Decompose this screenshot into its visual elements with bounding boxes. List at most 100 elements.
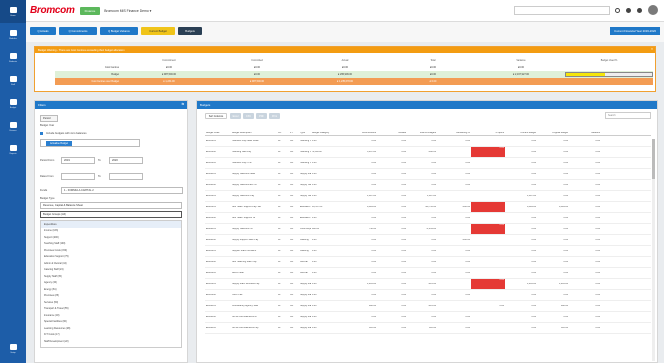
- current-budget-button[interactable]: Current Budget: [141, 27, 175, 35]
- search-icon[interactable]: [615, 7, 620, 13]
- nav-item[interactable]: Finance: [0, 115, 26, 138]
- user-avatar[interactable]: [648, 5, 658, 15]
- period-tab[interactable]: Period: [40, 115, 58, 122]
- grid-search-input[interactable]: Search: [605, 112, 651, 119]
- column-header[interactable]: CC: [277, 132, 289, 134]
- table-cell: 0.00: [312, 327, 317, 329]
- print-button[interactable]: Print: [269, 113, 280, 119]
- nav-item[interactable]: Reports: [0, 138, 26, 161]
- budget-type-select[interactable]: Revenue, Capital & Balance Sheet: [40, 202, 182, 209]
- notifications-icon[interactable]: [637, 7, 642, 13]
- column-header[interactable]: Original Budget: [537, 132, 569, 134]
- brand-logo[interactable]: Bromcom: [30, 5, 75, 16]
- global-search-input[interactable]: [514, 6, 610, 15]
- grid-scrollbar[interactable]: [652, 139, 655, 361]
- table-row[interactable]: E0202/02 Supply Support Staff/ Pay 01 CA Cat…: [205, 235, 651, 246]
- column-header[interactable]: % Spent: [471, 132, 505, 134]
- table-cell: 0.00: [563, 195, 568, 197]
- table-row[interactable]: E0101/03 Teachers Pay/ TLR 01 CA Teaching St…: [205, 158, 651, 169]
- table-row[interactable]: E0301/02 SSAT Fee 01 CA Supply Staff Insuran…: [205, 290, 651, 301]
- column-header[interactable]: Actuals: [377, 132, 407, 134]
- table-row[interactable]: E0201/01 Non Teach Support Pay/ Sal 01 CA Ed…: [205, 202, 651, 213]
- column-header[interactable]: Remaining %: [437, 132, 471, 134]
- module-badge[interactable]: Finance: [79, 6, 101, 15]
- column-header[interactable]: FY: [289, 132, 299, 134]
- table-cell: 0.00: [531, 228, 536, 230]
- table-row[interactable]: E0102/02 Supply Teachers Ext/ NI 01 CA Suppl…: [205, 180, 651, 191]
- table-row[interactable]: E0203/01 Support Staff/ Pensions 01 CA Cater…: [205, 246, 651, 257]
- table-cell: 01: [278, 283, 281, 285]
- table-cell: E0302/02: [206, 316, 216, 318]
- grid-scrollbar-thumb[interactable]: [652, 139, 655, 179]
- table-cell: 1,987.00: [427, 195, 436, 197]
- csv-button[interactable]: CSV: [243, 113, 254, 119]
- table-cell: 0.00: [371, 217, 376, 219]
- close-icon[interactable]: ×: [651, 47, 653, 51]
- summary-cell: £0.00: [254, 73, 260, 76]
- collapse-icon[interactable]: ⇆: [181, 102, 184, 106]
- financial-year-badge[interactable]: Current Financial Year 2019-2020: [610, 27, 660, 35]
- pdf-button[interactable]: PDF: [256, 113, 267, 119]
- table-cell: CA: [290, 217, 294, 219]
- table-row[interactable]: E0301/01 Supply Staff/ Sickness Pay 01 CA Su…: [205, 279, 651, 290]
- table-row[interactable]: E0302/02 NCSL Core Elements NI 01 CA Supply …: [205, 312, 651, 323]
- table-row[interactable]: E0101/02 Teaching Staff Pay 01 CA Teaching S…: [205, 147, 651, 158]
- table-row[interactable]: E0103/01 Supply Teachers/ Pay 01 CA Supply T…: [205, 191, 651, 202]
- summary-row-label: Cost Centres over Budget: [91, 80, 119, 83]
- nav-item[interactable]: Home: [0, 0, 26, 23]
- table-row[interactable]: E0203/02 Non Teaching Staff/ Pay 01 CA Cleri…: [205, 257, 651, 268]
- summary-cell: £ 0.00: [429, 80, 437, 83]
- dates-to-input[interactable]: [109, 173, 143, 180]
- column-header[interactable]: Budget Category: [311, 132, 345, 134]
- column-header[interactable]: Budget Code: [205, 132, 231, 134]
- excel-button[interactable]: Excel: [230, 113, 241, 119]
- nav-label: Students: [9, 60, 17, 63]
- column-header[interactable]: Total of Budgets: [407, 132, 437, 134]
- table-cell: 0.00: [563, 250, 568, 252]
- column-header[interactable]: Variance: [569, 132, 601, 134]
- nav-item[interactable]: Modules: [0, 23, 26, 46]
- summary-cell: £ 987,500.00: [162, 73, 176, 76]
- table-cell: 01: [278, 327, 281, 329]
- nav-label: Setup: [10, 351, 16, 354]
- period-from-select[interactable]: 2019: [61, 157, 95, 164]
- actualise-budget-button[interactable]: Actualise Budget: [46, 141, 72, 146]
- budgets-button[interactable]: Budgets: [178, 27, 202, 35]
- column-header[interactable]: Budget Description: [231, 132, 277, 134]
- actuals-button[interactable]: Q Actuals: [30, 27, 56, 35]
- dates-from-input[interactable]: [61, 173, 95, 180]
- column-header[interactable]: Type: [299, 132, 311, 134]
- table-row[interactable]: E0202/01 Supply Teachers/ NI 01 CA Other Exp…: [205, 224, 651, 235]
- table-cell: 0.00: [563, 228, 568, 230]
- table-cell: 0.00: [531, 316, 536, 318]
- budget-group-dropdown[interactable]: Budget Groups (All): [40, 211, 182, 218]
- nav-label: Home: [10, 14, 16, 17]
- summary-header-cell: Committed: [251, 59, 263, 62]
- nav-item[interactable]: Staff: [0, 69, 26, 92]
- table-row[interactable]: E0302/01 Consultancy Agency Staff 01 CA Supp…: [205, 301, 651, 312]
- table-cell: E0203/02: [206, 261, 216, 263]
- table-row[interactable]: E0101/01 Teachers Pay/ Main Scale 01 CA Teac…: [205, 136, 651, 147]
- include-zero-checkbox[interactable]: [40, 132, 43, 135]
- table-row[interactable]: E0203/03 Admin Staff 01 CA Clerical 0.00 0.00 0…: [205, 268, 651, 279]
- table-row[interactable]: E0102/01 Supply Teachers/ Main 01 CA Supply …: [205, 169, 651, 180]
- budget-group-option[interactable]: Staff Development (22): [41, 338, 181, 345]
- column-header[interactable]: Current Budget: [505, 132, 537, 134]
- table-row[interactable]: E0302/03 NCSL Core Elements Pay 01 CA Supply…: [205, 323, 651, 334]
- nav-item-setup[interactable]: Setup: [0, 337, 26, 360]
- school-selector[interactable]: Bromcom MIS Finance Demo ▾: [104, 9, 151, 13]
- budget-variance-button[interactable]: Q Budget Variance: [100, 27, 138, 35]
- commitments-button[interactable]: Q Commitments: [59, 27, 97, 35]
- help-icon[interactable]: [626, 7, 631, 13]
- table-row[interactable]: E0201/02 Non Teach Support/ NI 01 CA Educati…: [205, 213, 651, 224]
- funds-select[interactable]: 1 - FORMULA CAPITAL 2: [61, 187, 183, 194]
- nav-item[interactable]: Budget: [0, 92, 26, 115]
- sort-columns-button[interactable]: Sort Columns: [205, 113, 227, 119]
- nav-item[interactable]: Students: [0, 46, 26, 69]
- column-header[interactable]: Commitments: [345, 132, 377, 134]
- period-to-select[interactable]: 2020: [109, 157, 143, 164]
- table-cell: 0.00: [465, 140, 470, 142]
- table-cell: 0.00: [431, 217, 436, 219]
- table-cell: 0.00: [401, 239, 406, 241]
- table-cell: 0.00: [531, 140, 536, 142]
